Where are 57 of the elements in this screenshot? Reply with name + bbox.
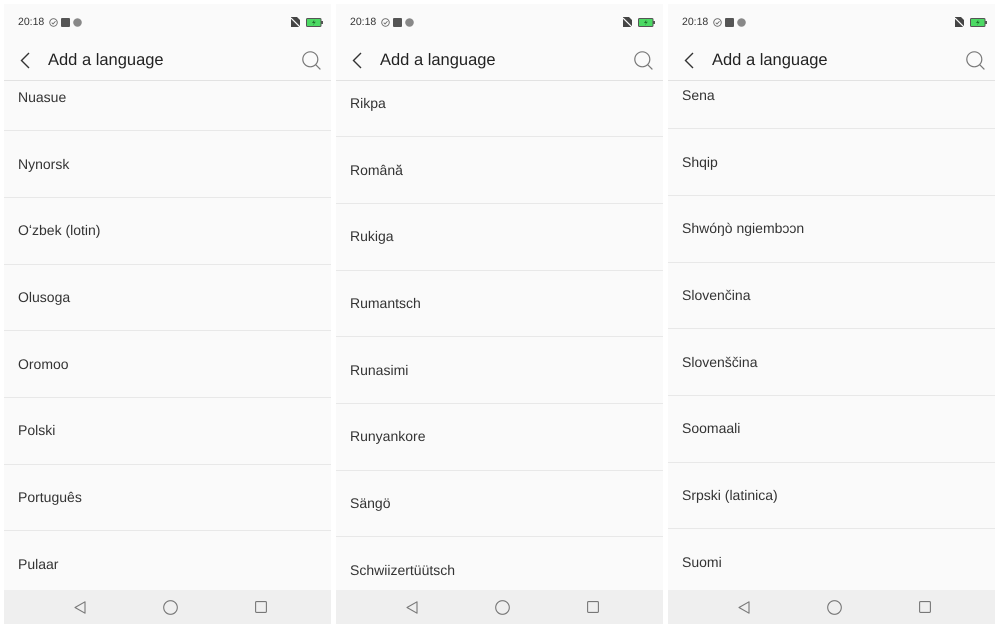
status-time: 20:18 <box>18 16 44 28</box>
language-item[interactable]: Nuasue <box>4 81 331 132</box>
circle-icon[interactable] <box>163 600 178 614</box>
language-item[interactable]: Nynorsk <box>4 131 331 198</box>
triangle-icon[interactable] <box>74 600 86 614</box>
language-item[interactable]: Shqip <box>668 129 995 196</box>
check-circle-icon <box>49 18 58 26</box>
language-item[interactable]: Polski <box>4 398 331 465</box>
language-item[interactable]: Olusoga <box>4 264 331 332</box>
search-icon[interactable] <box>302 50 321 70</box>
chevron-left-icon[interactable] <box>20 52 30 68</box>
language-item[interactable]: Sena <box>668 81 995 130</box>
square-icon <box>61 18 70 26</box>
language-item[interactable]: Oʻzbek (lotin) <box>4 198 331 265</box>
square-icon[interactable] <box>919 601 931 613</box>
circle-icon <box>737 18 746 26</box>
language-item[interactable]: Rumantsch <box>336 270 663 338</box>
language-item[interactable]: Slovenčina <box>668 262 995 330</box>
status-time: 20:18 <box>350 16 376 28</box>
search-icon[interactable] <box>634 50 653 70</box>
screen-title: Add a language <box>380 52 496 68</box>
circle-icon[interactable] <box>495 600 510 614</box>
language-item[interactable]: Română <box>336 137 663 204</box>
no-sim-icon <box>291 17 300 27</box>
battery-charging-icon <box>306 18 323 26</box>
triangle-icon[interactable] <box>738 600 750 614</box>
square-icon <box>725 18 734 26</box>
circle-icon <box>405 18 414 26</box>
square-icon[interactable] <box>587 601 599 613</box>
check-circle-icon <box>381 18 390 26</box>
chevron-left-icon[interactable] <box>352 52 362 68</box>
check-circle-icon <box>713 18 722 26</box>
language-item[interactable]: Sängö <box>336 470 663 538</box>
language-item[interactable]: Rikpa <box>336 81 663 138</box>
no-sim-icon <box>623 17 632 27</box>
language-item[interactable]: Oromoo <box>4 331 331 398</box>
square-icon <box>393 18 402 26</box>
battery-charging-icon <box>638 18 655 26</box>
battery-charging-icon <box>970 18 987 26</box>
language-item[interactable]: Slovenščina <box>668 329 995 396</box>
language-item[interactable]: Shwóŋò ngiembɔɔn <box>668 196 995 263</box>
screen-title: Add a language <box>712 52 828 68</box>
square-icon[interactable] <box>255 601 267 613</box>
chevron-left-icon[interactable] <box>684 52 694 68</box>
language-item[interactable]: Srpski (latinica) <box>668 462 995 530</box>
language-item[interactable]: Soomaali <box>668 396 995 463</box>
language-item[interactable]: Português <box>4 464 331 532</box>
search-icon[interactable] <box>966 50 985 70</box>
language-item[interactable]: Runasimi <box>336 337 663 404</box>
language-item[interactable]: Runyankore <box>336 404 663 471</box>
screen-title: Add a language <box>48 52 164 68</box>
status-time: 20:18 <box>682 16 708 28</box>
triangle-icon[interactable] <box>406 600 418 614</box>
circle-icon[interactable] <box>827 600 842 614</box>
no-sim-icon <box>955 17 964 27</box>
circle-icon <box>73 18 82 26</box>
language-item[interactable]: Rukiga <box>336 204 663 271</box>
